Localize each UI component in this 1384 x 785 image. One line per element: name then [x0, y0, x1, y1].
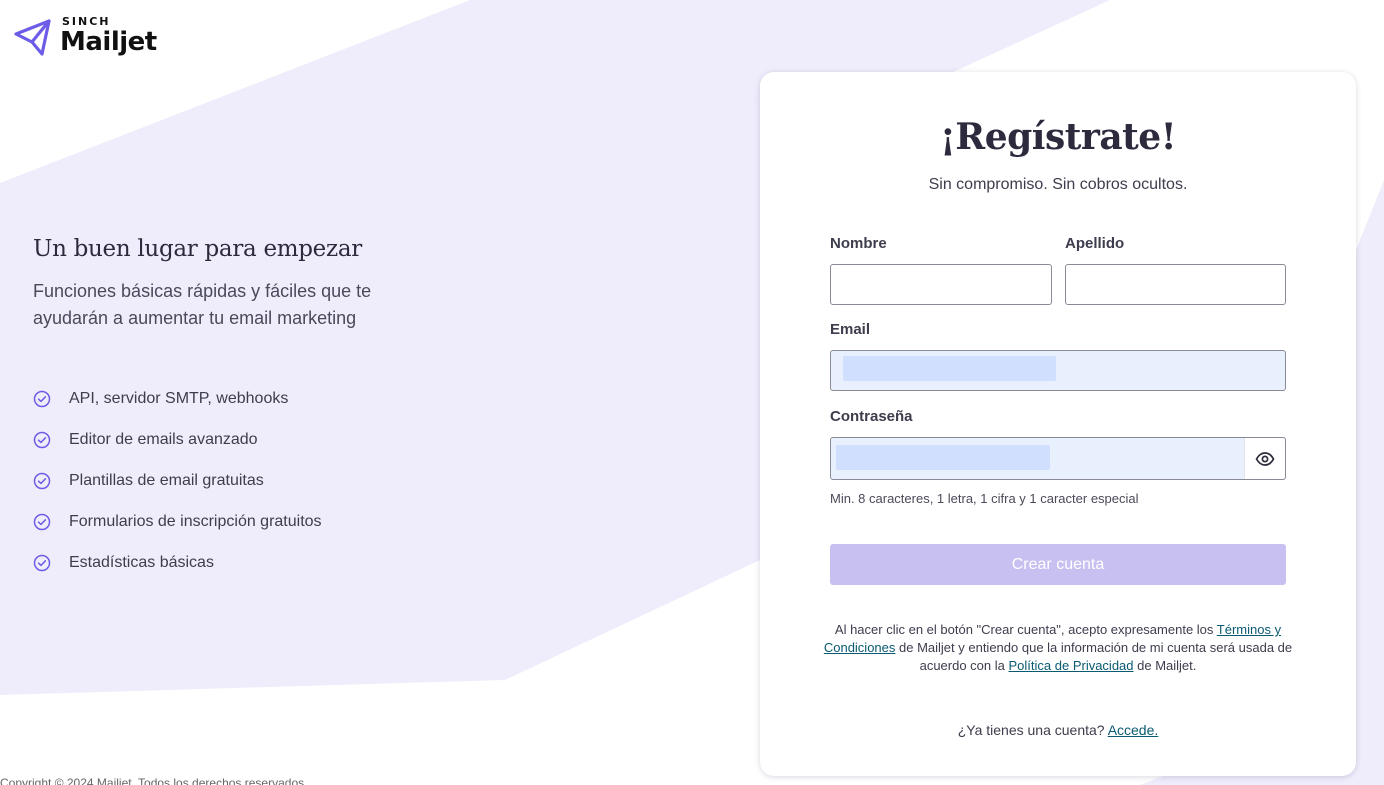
check-circle-icon — [33, 472, 51, 489]
logo-wordmark: SINCH Mailjet — [60, 16, 157, 55]
signin-prompt: ¿Ya tienes una cuenta? Accede. — [760, 722, 1356, 738]
legal-text-after: de Mailjet. — [1133, 658, 1197, 673]
privacy-policy-link[interactable]: Política de Privacidad — [1009, 658, 1134, 673]
form-title: ¡Regístrate! — [940, 116, 1177, 158]
create-account-button[interactable]: Crear cuenta — [830, 544, 1286, 585]
feature-item: Formularios de inscripción gratuitos — [33, 501, 453, 542]
legal-notice: Al hacer clic en el botón "Crear cuenta"… — [822, 621, 1294, 675]
password-autofill-highlight — [836, 445, 1050, 470]
feature-list: API, servidor SMTP, webhooks Editor de e… — [33, 378, 453, 583]
form-subtitle: Sin compromiso. Sin cobros ocultos. — [928, 176, 1188, 193]
check-circle-icon — [33, 554, 51, 571]
check-circle-icon — [33, 390, 51, 407]
feature-label: Editor de emails avanzado — [69, 430, 258, 448]
password-hint: Min. 8 caracteres, 1 letra, 1 cifra y 1 … — [830, 491, 1139, 506]
legal-text-before: Al hacer clic en el botón "Crear cuenta"… — [834, 622, 1217, 637]
feature-item: API, servidor SMTP, webhooks — [33, 378, 453, 419]
first-name-input[interactable] — [830, 264, 1052, 305]
value-lead: Funciones básicas rápidas y fáciles que … — [33, 281, 372, 328]
email-autofill-highlight — [843, 356, 1056, 381]
email-label: Email — [830, 321, 871, 338]
feature-item: Estadísticas básicas — [33, 542, 453, 583]
last-name-input[interactable] — [1065, 264, 1286, 305]
feature-item: Plantillas de email gratuitas — [33, 460, 453, 501]
value-proposition: Un buen lugar para empezar Funciones bás… — [33, 236, 453, 583]
feature-label: Plantillas de email gratuitas — [69, 471, 264, 489]
first-name-label: Nombre — [830, 235, 887, 252]
eye-icon — [1255, 451, 1275, 466]
password-label: Contraseña — [830, 408, 913, 425]
check-circle-icon — [33, 431, 51, 448]
feature-item: Editor de emails avanzado — [33, 419, 453, 460]
value-heading: Un buen lugar para empezar — [33, 236, 362, 262]
check-circle-icon — [33, 513, 51, 530]
signup-card: ¡Regístrate! Sin compromiso. Sin cobros … — [760, 72, 1356, 776]
feature-label: API, servidor SMTP, webhooks — [69, 389, 289, 407]
last-name-label: Apellido — [1065, 235, 1125, 252]
paper-plane-icon — [14, 19, 51, 56]
feature-label: Formularios de inscripción gratuitos — [69, 512, 322, 530]
logo-parent-brand: SINCH — [62, 15, 111, 28]
signin-prompt-text: ¿Ya tienes una cuenta? — [957, 722, 1108, 738]
toggle-password-visibility-button[interactable] — [1244, 438, 1285, 479]
signup-page: SINCH Mailjet Un buen lugar para empezar… — [0, 0, 1384, 785]
copyright-text: Copyright © 2024 Mailjet. Todos los dere… — [0, 776, 308, 785]
mailjet-logo[interactable]: SINCH Mailjet — [14, 16, 157, 58]
signin-link[interactable]: Accede. — [1108, 722, 1159, 738]
logo-brand-name: Mailjet — [60, 27, 157, 57]
feature-label: Estadísticas básicas — [69, 553, 214, 571]
